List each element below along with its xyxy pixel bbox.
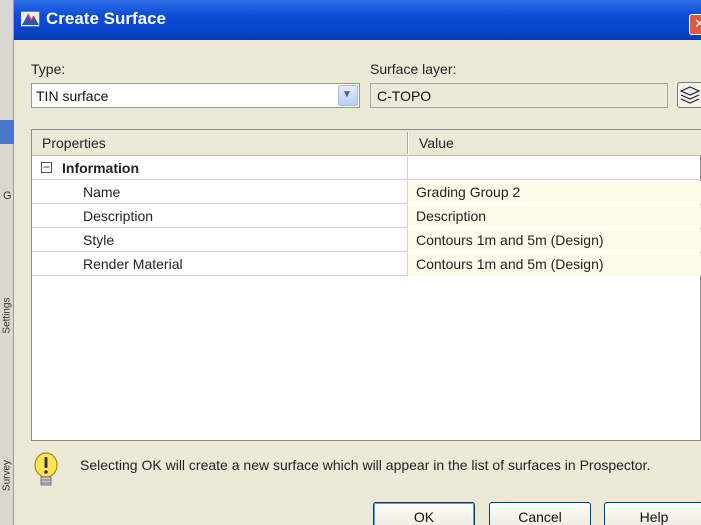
surface-layer-value: C-TOPO: [377, 88, 432, 104]
background-tab-settings[interactable]: Settings: [2, 297, 13, 335]
type-dropdown-button[interactable]: ▼: [338, 85, 358, 106]
group-row-information[interactable]: − Information: [32, 157, 701, 180]
background-app-window: G Settings Survey: [0, 0, 14, 525]
property-name: Render Material: [83, 256, 183, 272]
table-row[interactable]: Description Description: [32, 205, 701, 228]
chevron-down-icon: ▼: [342, 89, 352, 100]
surface-layer-label: Surface layer:: [370, 61, 457, 77]
property-value-style[interactable]: Contours 1m and 5m (Design): [416, 232, 604, 248]
column-header-properties[interactable]: Properties: [42, 135, 106, 151]
title-bar[interactable]: Create Surface ✕: [14, 0, 701, 40]
property-name: Description: [83, 208, 154, 224]
ok-button[interactable]: OK: [373, 502, 475, 525]
grid-header: Properties Value: [32, 130, 701, 156]
surface-layer-field: C-TOPO: [370, 83, 668, 108]
close-icon: ✕: [694, 16, 701, 31]
close-button[interactable]: ✕: [689, 14, 701, 35]
table-row[interactable]: Style Contours 1m and 5m (Design): [32, 229, 701, 252]
create-surface-dialog: Create Surface ✕ Type: TIN surface ▼ Sur…: [14, 0, 701, 525]
column-header-value[interactable]: Value: [419, 135, 454, 151]
group-label: Information: [62, 160, 139, 176]
property-name: Style: [83, 232, 115, 248]
column-separator[interactable]: [407, 132, 409, 154]
select-layer-button[interactable]: [677, 82, 701, 108]
property-value-description[interactable]: Description: [416, 208, 486, 224]
background-selection-strip: [0, 120, 14, 144]
property-value-name[interactable]: Grading Group 2: [416, 184, 520, 200]
table-row[interactable]: Name Grading Group 2: [32, 181, 701, 204]
dialog-title: Create Surface: [46, 9, 167, 28]
background-mark: G: [3, 190, 12, 202]
layers-icon: [679, 86, 701, 104]
civil-3d-app-icon: [21, 11, 40, 27]
type-label: Type:: [31, 61, 66, 77]
collapse-icon[interactable]: −: [41, 160, 52, 174]
table-row[interactable]: Render Material Contours 1m and 5m (Desi…: [32, 253, 701, 276]
info-message: Selecting OK will create a new surface w…: [80, 457, 651, 473]
lightbulb-icon: [34, 452, 58, 486]
type-selected-value: TIN surface: [36, 88, 109, 104]
type-dropdown[interactable]: TIN surface ▼: [31, 83, 360, 108]
background-tab-survey[interactable]: Survey: [2, 457, 13, 495]
cancel-button[interactable]: Cancel: [489, 502, 591, 525]
property-name: Name: [83, 184, 121, 200]
property-value-render-material[interactable]: Contours 1m and 5m (Design): [416, 256, 604, 272]
properties-grid: Properties Value − Information Name Grad…: [31, 129, 701, 441]
help-button[interactable]: Help: [604, 502, 701, 525]
